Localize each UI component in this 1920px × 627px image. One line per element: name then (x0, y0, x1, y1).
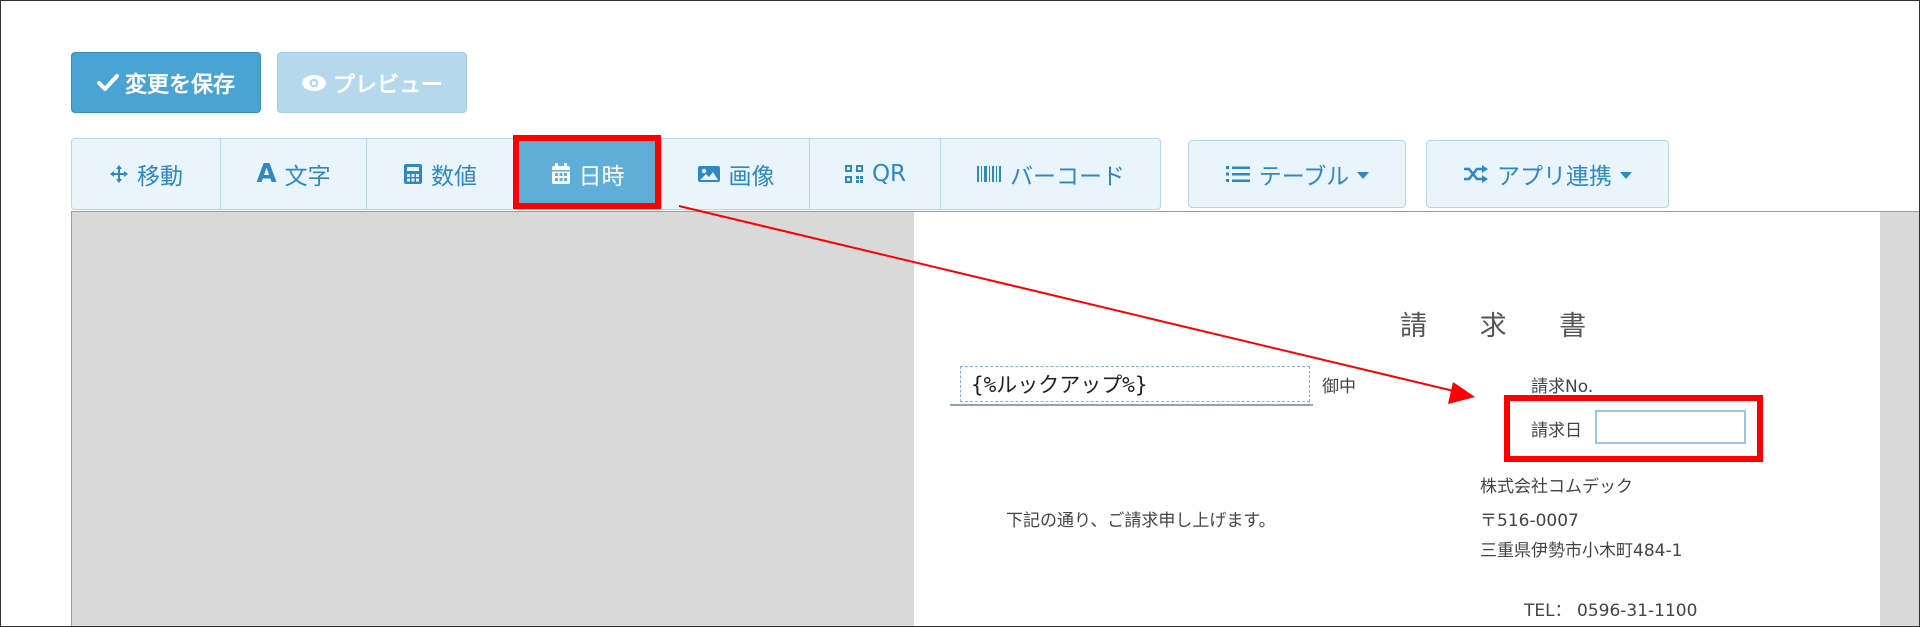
tool-datetime-label: 日時 (578, 164, 625, 190)
customer-underline (950, 404, 1313, 406)
save-changes-label: 変更を保存 (124, 72, 235, 98)
company-address: 三重県伊勢市小木町484-1 (1480, 541, 1683, 561)
invoice-no-label: 請求No. (1531, 377, 1594, 397)
company-name: 株式会社コムデック (1480, 477, 1633, 497)
tool-qr-label: QR (871, 161, 907, 187)
chevron-down-icon (1357, 171, 1370, 179)
lookup-field[interactable]: {%ルックアップ%} (960, 366, 1310, 402)
table-dropdown-button[interactable]: テーブル (1188, 140, 1406, 208)
tool-number-button[interactable]: 数値 (367, 139, 514, 209)
element-tool-group: 移動 A 文字 数値 日時 画像 QR バーコード (71, 138, 1161, 210)
tool-text-label: 文字 (284, 164, 331, 190)
tool-image-label: 画像 (728, 164, 775, 190)
list-icon (1225, 166, 1250, 182)
save-changes-button[interactable]: 変更を保存 (71, 52, 261, 113)
tool-text-button[interactable]: A 文字 (221, 139, 367, 209)
barcode-icon (977, 166, 1001, 182)
image-icon (697, 166, 720, 182)
eye-icon (301, 74, 326, 91)
greeting-text: 下記の通り、ご請求申し上げます。 (1006, 511, 1276, 531)
tool-datetime-button[interactable]: 日時 (514, 139, 662, 209)
tool-image-button[interactable]: 画像 (662, 139, 810, 209)
app-link-dropdown-button[interactable]: アプリ連携 (1426, 140, 1669, 208)
company-tel: TEL： 0596-31-1100 (1524, 601, 1698, 621)
calculator-icon (404, 164, 422, 184)
invoice-paper: 請 求 書 {%ルックアップ%} 御中 請求No. 請求日 下記の通り、ご請求申… (914, 212, 1880, 626)
app-link-dropdown-label: アプリ連携 (1497, 164, 1612, 190)
table-dropdown-label: テーブル (1258, 164, 1350, 190)
preview-label: プレビュー (332, 72, 443, 98)
design-canvas: 請 求 書 {%ルックアップ%} 御中 請求No. 請求日 下記の通り、ご請求申… (71, 211, 1919, 626)
preview-button[interactable]: プレビュー (277, 52, 467, 113)
invoice-title: 請 求 書 (1400, 311, 1609, 342)
invoice-date-label: 請求日 (1531, 421, 1582, 441)
tool-number-label: 数値 (431, 164, 477, 190)
calendar-icon (551, 163, 570, 184)
chevron-down-icon (1620, 171, 1632, 179)
tool-barcode-button[interactable]: バーコード (941, 139, 1160, 209)
tool-barcode-label: バーコード (1010, 164, 1125, 190)
lookup-placeholder-text: {%ルックアップ%} (971, 373, 1148, 397)
qrcode-icon (844, 165, 863, 183)
move-arrows-icon (110, 165, 128, 183)
font-letter-icon: A (256, 159, 277, 189)
tool-qr-button[interactable]: QR (810, 139, 941, 209)
tool-move-button[interactable]: 移動 (72, 139, 221, 209)
shuffle-icon (1464, 165, 1488, 183)
honorific-label: 御中 (1322, 377, 1356, 397)
check-icon (96, 73, 119, 91)
tool-move-label: 移動 (137, 164, 183, 190)
postal-code: 〒516-0007 (1480, 511, 1579, 531)
invoice-date-field[interactable] (1595, 410, 1746, 444)
